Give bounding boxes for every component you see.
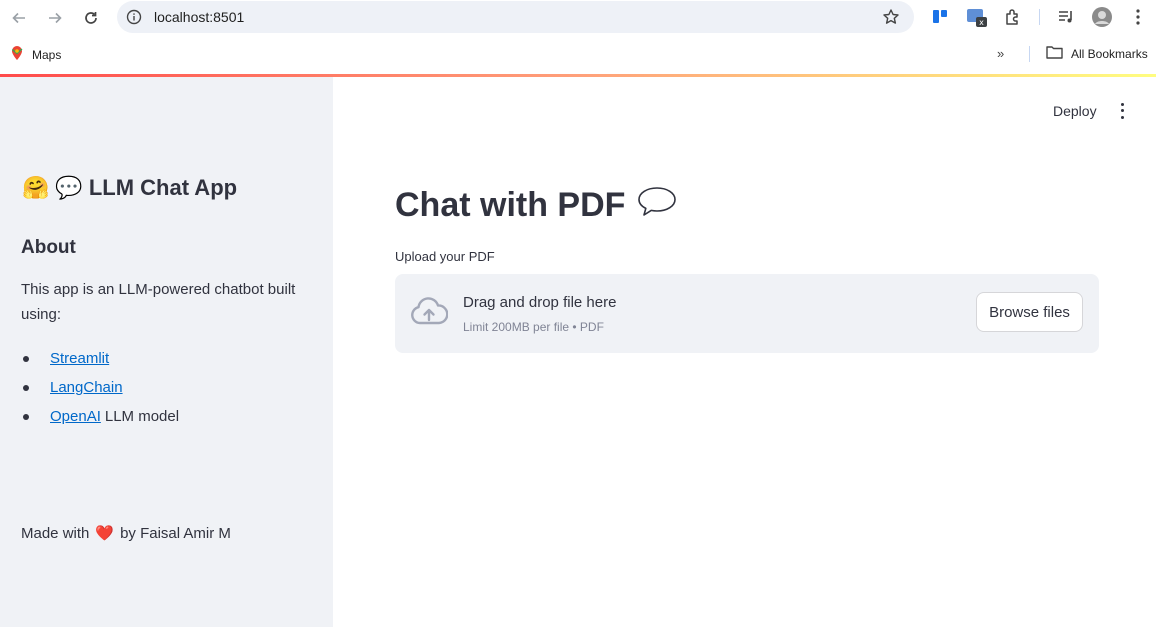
maps-pin-icon <box>10 45 24 64</box>
speech-balloon-emoji: 💬 <box>55 175 83 200</box>
profile-avatar[interactable] <box>1091 6 1113 28</box>
browser-toolbar: localhost:8501 x <box>0 0 1156 36</box>
sidebar: 🤗 💬 LLM Chat App About This app is an LL… <box>0 77 333 627</box>
bullet-icon <box>23 384 29 391</box>
extension-icon[interactable] <box>929 6 951 28</box>
chrome-menu-icon[interactable] <box>1127 6 1149 28</box>
puzzle-icon[interactable] <box>1002 6 1024 28</box>
dropzone-limit-text: Limit 200MB per file • PDF <box>463 320 604 334</box>
bookmark-maps-label: Maps <box>32 47 62 62</box>
deploy-button[interactable]: Deploy <box>1053 103 1097 119</box>
list-item: LangChain <box>21 373 179 402</box>
footer-prefix: Made with <box>21 524 90 542</box>
bullet-icon <box>23 413 29 420</box>
list-item: OpenAI LLM model <box>21 402 179 431</box>
file-dropzone[interactable]: Drag and drop file here Limit 200MB per … <box>395 274 1099 353</box>
browse-files-button[interactable]: Browse files <box>976 292 1083 332</box>
about-heading: About <box>21 237 76 258</box>
bookmark-maps[interactable]: Maps <box>10 45 61 64</box>
svg-text:x: x <box>979 18 984 27</box>
all-bookmarks-button[interactable]: All Bookmarks <box>1046 45 1148 62</box>
address-bar[interactable]: localhost:8501 <box>117 1 914 33</box>
bookmarks-overflow-button[interactable]: » <box>997 46 1004 61</box>
bookmarks-bar: Maps » All Bookmarks <box>0 36 1156 74</box>
footer-suffix: by Faisal Amir M <box>120 524 231 542</box>
heart-emoji: ❤️ <box>95 525 115 542</box>
about-description: This app is an LLM-powered chatbot built… <box>21 281 296 323</box>
main-content: Deploy Chat with PDF Upload your PDF Dra… <box>333 77 1156 627</box>
langchain-link[interactable]: LangChain <box>50 379 123 396</box>
hugging-face-emoji: 🤗 <box>22 175 50 200</box>
url-text: localhost:8501 <box>154 9 245 25</box>
sidebar-title-text: LLM Chat App <box>88 175 238 200</box>
main-menu-icon[interactable] <box>1114 101 1130 121</box>
forward-arrow-icon[interactable] <box>43 6 67 30</box>
speech-balloon-icon <box>637 185 677 226</box>
list-item: Streamlit <box>21 344 179 373</box>
bookmark-star-icon[interactable] <box>882 8 900 26</box>
page-title-text: Chat with PDF <box>395 186 626 224</box>
streamlit-link[interactable]: Streamlit <box>50 350 109 367</box>
page-title: Chat with PDF <box>395 185 677 226</box>
openai-link[interactable]: OpenAI <box>50 408 101 425</box>
extension-icon[interactable]: x <box>966 6 988 28</box>
tech-list: Streamlit LangChain OpenAI LLM model <box>21 344 179 431</box>
back-arrow-icon[interactable] <box>7 6 31 30</box>
uploader-label: Upload your PDF <box>395 249 495 264</box>
bookmarks-divider <box>1029 46 1030 62</box>
dropzone-instructions: Drag and drop file here <box>463 294 617 311</box>
reload-icon[interactable] <box>79 6 103 30</box>
folder-icon <box>1046 45 1063 62</box>
toolbar-divider <box>1039 9 1040 25</box>
site-info-icon[interactable] <box>126 9 142 25</box>
bullet-icon <box>23 355 29 362</box>
media-control-icon[interactable] <box>1055 6 1077 28</box>
cloud-upload-icon <box>410 297 449 327</box>
list-item-suffix: LLM model <box>104 408 180 425</box>
all-bookmarks-label: All Bookmarks <box>1071 46 1148 61</box>
sidebar-title: 🤗 💬 LLM Chat App <box>22 175 237 201</box>
sidebar-footer: Made with ❤️ by Faisal Amir M <box>21 524 231 543</box>
